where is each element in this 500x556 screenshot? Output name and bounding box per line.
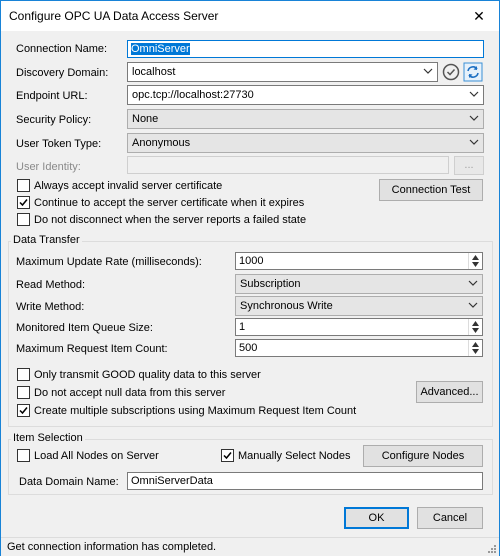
- accept-invalid-checkbox[interactable]: Always accept invalid server certificate: [17, 179, 222, 192]
- data-domain-input[interactable]: OmniServerData: [127, 472, 483, 490]
- write-method-select[interactable]: Synchronous Write: [235, 296, 483, 316]
- checkbox-box: [17, 386, 30, 399]
- status-text: Get connection information has completed…: [7, 541, 217, 553]
- spin-down-icon: [472, 328, 479, 333]
- discovery-domain-combo[interactable]: localhost: [127, 62, 438, 82]
- user-identity-label: User Identity:: [16, 161, 81, 173]
- only-good-checkbox[interactable]: Only transmit GOOD quality data to this …: [17, 368, 261, 381]
- advanced-button[interactable]: Advanced...: [416, 381, 483, 403]
- continue-accept-label: Continue to accept the server certificat…: [34, 196, 305, 209]
- queue-size-label: Monitored Item Queue Size:: [16, 322, 153, 334]
- ok-button[interactable]: OK: [344, 507, 409, 529]
- checkmark-icon: [19, 407, 28, 415]
- connection-test-button[interactable]: Connection Test: [379, 179, 483, 201]
- spinner-buttons[interactable]: [468, 319, 482, 335]
- security-policy-value: None: [132, 113, 159, 125]
- queue-size-value: 1: [239, 321, 246, 333]
- no-disconnect-label: Do not disconnect when the server report…: [34, 213, 307, 226]
- chevron-down-icon: [468, 280, 478, 286]
- refresh-icon[interactable]: [463, 62, 483, 82]
- user-token-label: User Token Type:: [16, 138, 102, 150]
- checkbox-box: [17, 449, 30, 462]
- connection-name-value: OmniServer: [131, 43, 190, 55]
- no-disconnect-checkbox[interactable]: Do not disconnect when the server report…: [17, 213, 306, 226]
- spin-up-icon: [472, 342, 479, 347]
- checkbox-box: [17, 179, 30, 192]
- user-identity-input[interactable]: [127, 156, 449, 174]
- chevron-down-icon: [469, 115, 479, 121]
- multi-subscriptions-checkbox[interactable]: Create multiple subscriptions using Maxi…: [17, 404, 356, 417]
- user-token-value: Anonymous: [132, 137, 191, 149]
- accept-invalid-label: Always accept invalid server certificate: [34, 179, 223, 192]
- chevron-down-icon: [469, 91, 479, 97]
- multi-subscriptions-label: Create multiple subscriptions using Maxi…: [34, 404, 357, 417]
- item-selection-title: Item Selection: [11, 432, 85, 444]
- spin-down-icon: [472, 262, 479, 267]
- manual-select-label: Manually Select Nodes: [238, 449, 351, 462]
- queue-size-spinner[interactable]: 1: [235, 318, 483, 336]
- chevron-down-icon: [469, 139, 479, 145]
- load-all-nodes-label: Load All Nodes on Server: [34, 449, 159, 462]
- update-rate-spinner[interactable]: 1000: [235, 252, 483, 270]
- security-policy-label: Security Policy:: [16, 114, 92, 126]
- security-policy-select[interactable]: None: [127, 109, 484, 129]
- user-token-select[interactable]: Anonymous: [127, 133, 484, 153]
- max-request-spinner[interactable]: 500: [235, 339, 483, 357]
- dialog-window: Configure OPC UA Data Access Server ✕ Co…: [0, 0, 500, 556]
- no-null-checkbox[interactable]: Do not accept null data from this server: [17, 386, 225, 399]
- max-request-value: 500: [239, 342, 258, 354]
- window-title: Configure OPC UA Data Access Server: [9, 9, 219, 23]
- endpoint-url-label: Endpoint URL:: [16, 90, 88, 102]
- checkbox-box: [17, 196, 30, 209]
- discovery-domain-value: localhost: [132, 66, 176, 78]
- write-method-value: Synchronous Write: [240, 300, 333, 312]
- spin-up-icon: [472, 321, 479, 326]
- connection-name-input[interactable]: OmniServer: [127, 40, 484, 58]
- read-method-value: Subscription: [240, 278, 301, 290]
- connection-name-label: Connection Name:: [16, 43, 108, 55]
- manual-select-checkbox[interactable]: Manually Select Nodes: [221, 449, 351, 462]
- checkmark-icon: [223, 452, 232, 460]
- read-method-select[interactable]: Subscription: [235, 274, 483, 294]
- update-rate-value: 1000: [239, 255, 264, 267]
- data-transfer-title: Data Transfer: [11, 234, 82, 246]
- spin-up-icon: [472, 255, 479, 260]
- cancel-button[interactable]: Cancel: [417, 507, 483, 529]
- chevron-down-icon: [423, 68, 433, 74]
- checkbox-box: [17, 368, 30, 381]
- discovery-domain-label: Discovery Domain:: [16, 67, 109, 79]
- chevron-down-icon: [468, 302, 478, 308]
- endpoint-url-combo[interactable]: opc.tcp://localhost:27730: [127, 85, 484, 105]
- status-bar: Get connection information has completed…: [1, 537, 499, 556]
- close-button[interactable]: ✕: [459, 1, 499, 31]
- endpoint-url-value: opc.tcp://localhost:27730: [132, 89, 254, 101]
- checkmark-icon: [19, 199, 28, 207]
- check-circle-icon[interactable]: [441, 62, 461, 82]
- spinner-buttons[interactable]: [468, 340, 482, 356]
- load-all-nodes-checkbox[interactable]: Load All Nodes on Server: [17, 449, 159, 462]
- spinner-buttons[interactable]: [468, 253, 482, 269]
- read-method-label: Read Method:: [16, 279, 86, 291]
- resize-grip-icon[interactable]: [487, 544, 497, 554]
- max-request-label: Maximum Request Item Count:: [16, 343, 168, 355]
- continue-accept-checkbox[interactable]: Continue to accept the server certificat…: [17, 196, 304, 209]
- no-null-label: Do not accept null data from this server: [34, 386, 226, 399]
- checkbox-box: [17, 404, 30, 417]
- update-rate-label: Maximum Update Rate (milliseconds):: [16, 256, 202, 268]
- configure-nodes-button[interactable]: Configure Nodes: [363, 445, 483, 467]
- checkbox-box: [17, 213, 30, 226]
- title-bar: Configure OPC UA Data Access Server ✕: [1, 1, 499, 31]
- only-good-label: Only transmit GOOD quality data to this …: [34, 368, 261, 381]
- data-domain-label: Data Domain Name:: [19, 476, 119, 488]
- user-identity-browse-button[interactable]: ...: [454, 156, 484, 175]
- spin-down-icon: [472, 349, 479, 354]
- write-method-label: Write Method:: [16, 301, 85, 313]
- checkbox-box: [221, 449, 234, 462]
